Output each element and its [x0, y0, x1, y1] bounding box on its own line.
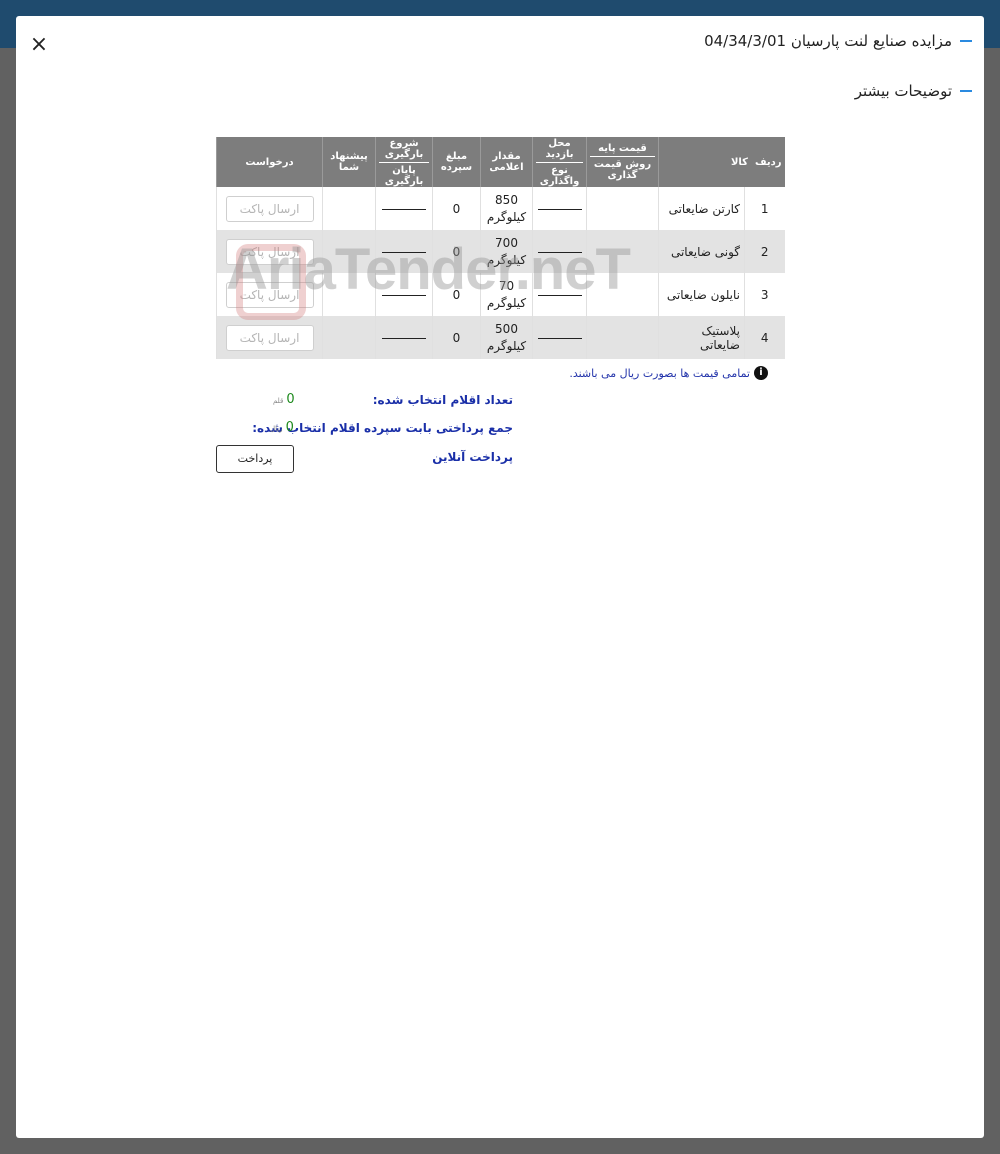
row-deposit: 0 — [432, 316, 481, 359]
row-deposit: 0 — [432, 230, 481, 273]
row-loading — [375, 316, 433, 359]
row-visit-place — [532, 273, 587, 316]
row-offer — [322, 230, 376, 273]
row-base-price — [586, 316, 659, 359]
more-info-title: توضیحات بیشتر — [854, 82, 952, 100]
send-packet-button[interactable]: ارسال پاکت — [225, 195, 314, 222]
row-offer — [322, 273, 376, 316]
row-loading — [375, 230, 433, 273]
row-request: ارسال پاکت — [216, 187, 323, 230]
selected-count-label: تعداد اقلام انتخاب شده: — [372, 393, 513, 407]
header-qty: مقدار اعلامی — [480, 137, 533, 187]
collapse-dash-icon — [960, 40, 972, 42]
row-index: 2 — [744, 230, 785, 273]
header-visit: محل بازدید نوع واگذاری — [532, 137, 587, 187]
row-base-price — [586, 187, 659, 230]
close-icon[interactable]: × — [28, 34, 50, 56]
row-item-name: کارتن ضایعاتی — [658, 187, 745, 230]
row-visit-place — [532, 230, 587, 273]
row-item-name: گونی ضایعاتی — [658, 230, 745, 273]
header-deposit: مبلغ سپرده — [432, 137, 481, 187]
row-loading — [375, 187, 433, 230]
table-header-row: ردیف کالا قیمت پایه روش قیمت گذاری محل ب… — [216, 137, 785, 187]
row-loading — [375, 273, 433, 316]
currency-note: i تمامی قیمت ها بصورت ریال می باشند. — [569, 366, 768, 380]
row-qty: 850 کیلوگرم — [480, 187, 533, 230]
online-payment-label: پرداخت آنلاین — [432, 450, 513, 464]
row-index: 1 — [744, 187, 785, 230]
row-item-name: پلاستیک ضایعاتی — [658, 316, 745, 359]
row-offer — [322, 187, 376, 230]
more-info-section[interactable]: توضیحات بیشتر — [855, 82, 972, 100]
row-qty: 500 کیلوگرم — [480, 316, 533, 359]
row-qty: 70 کیلوگرم — [480, 273, 533, 316]
row-offer — [322, 316, 376, 359]
header-offer: پیشنهاد شما — [322, 137, 376, 187]
header-loading: شروع بارگیری پایان بارگیری — [375, 137, 433, 187]
row-base-price — [586, 273, 659, 316]
auction-title: مزایده صنایع لنت پارسیان 04/34/3/01 — [704, 32, 952, 50]
table-row: 1 کارتن ضایعاتی 850 کیلوگرم 0 ارسال پاکت — [216, 187, 785, 230]
selected-count-value: 0 قلم — [273, 392, 295, 407]
total-deposit-value: 0 ریال — [270, 420, 294, 435]
header-price: قیمت پایه روش قیمت گذاری — [586, 137, 659, 187]
watermark-logo-icon — [236, 244, 306, 320]
row-index: 4 — [744, 316, 785, 359]
row-deposit: 0 — [432, 187, 481, 230]
row-deposit: 0 — [432, 273, 481, 316]
table-row: 4 پلاستیک ضایعاتی 500 کیلوگرم 0 ارسال پاک… — [216, 316, 785, 359]
send-packet-button[interactable]: ارسال پاکت — [225, 324, 314, 351]
row-qty: 700 کیلوگرم — [480, 230, 533, 273]
row-index: 3 — [744, 273, 785, 316]
row-visit-place — [532, 187, 587, 230]
header-row-item: ردیف کالا — [658, 137, 785, 187]
auction-modal: × مزایده صنایع لنت پارسیان 04/34/3/01 تو… — [16, 16, 984, 1138]
pay-button[interactable]: پرداخت — [216, 445, 294, 473]
info-icon: i — [754, 366, 768, 380]
currency-note-text: تمامی قیمت ها بصورت ریال می باشند. — [569, 366, 750, 380]
auction-title-section[interactable]: مزایده صنایع لنت پارسیان 04/34/3/01 — [704, 32, 972, 50]
row-request: ارسال پاکت — [216, 316, 323, 359]
header-request: درخواست — [216, 137, 323, 187]
collapse-dash-icon — [960, 90, 972, 92]
row-visit-place — [532, 316, 587, 359]
row-base-price — [586, 230, 659, 273]
row-item-name: نایلون ضایعاتی — [658, 273, 745, 316]
